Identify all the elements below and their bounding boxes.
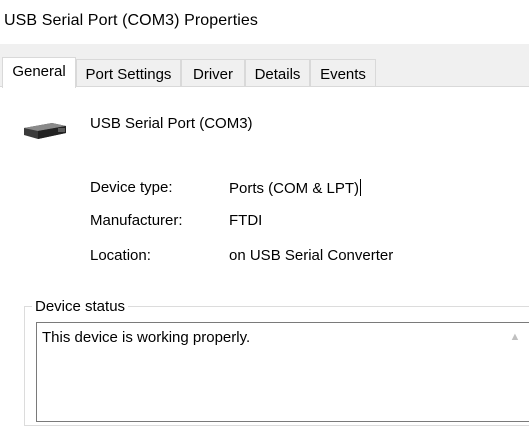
tab-general[interactable]: General xyxy=(2,57,76,88)
device-type-label: Device type: xyxy=(90,179,173,196)
text-cursor xyxy=(360,179,362,196)
manufacturer-label: Manufacturer: xyxy=(90,212,183,229)
device-status-textbox[interactable]: This device is working properly. ▲ xyxy=(36,322,529,422)
location-value[interactable]: on USB Serial Converter xyxy=(229,247,393,264)
window-title: USB Serial Port (COM3) Properties xyxy=(4,12,259,29)
tab-driver[interactable]: Driver xyxy=(181,59,245,87)
device-type-value[interactable]: Ports (COM & LPT) xyxy=(229,179,362,197)
device-status-legend: Device status xyxy=(32,298,129,315)
tab-strip: General Port Settings Driver Details Eve… xyxy=(0,57,529,88)
device-name: USB Serial Port (COM3) xyxy=(90,115,253,132)
tab-details[interactable]: Details xyxy=(245,59,310,87)
scroll-up-arrow-icon[interactable]: ▲ xyxy=(509,331,521,343)
device-status-text: This device is working properly. xyxy=(42,329,251,346)
tab-port-settings[interactable]: Port Settings xyxy=(76,59,181,87)
serial-port-connector-icon xyxy=(24,123,66,139)
manufacturer-value[interactable]: FTDI xyxy=(229,212,262,229)
tab-events[interactable]: Events xyxy=(310,59,376,87)
location-label: Location: xyxy=(90,247,151,264)
